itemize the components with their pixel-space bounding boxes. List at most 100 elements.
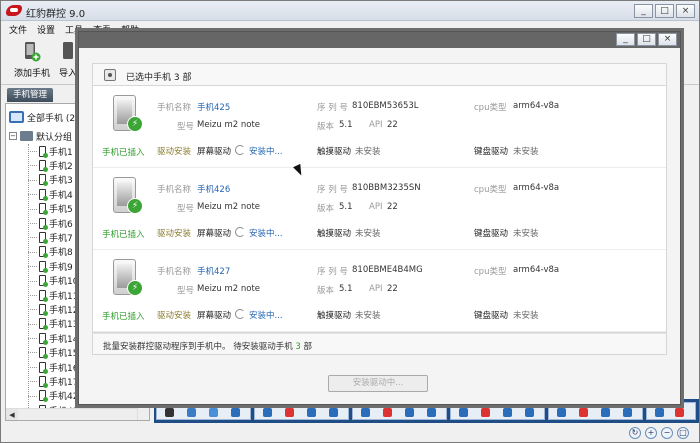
fit-icon[interactable]: □: [677, 427, 689, 439]
device-status: 手机已插入: [102, 148, 145, 158]
phone-name-label: 手机名称: [157, 267, 192, 277]
version-value: 5.1: [339, 120, 353, 130]
tree-item-label: 手机6: [49, 219, 73, 230]
keyboard-driver-label: 键盘驱动: [474, 311, 509, 321]
tree-item-label: 手机5: [49, 205, 73, 216]
version-label: 版本: [317, 122, 335, 132]
keyboard-driver-status: 未安装: [513, 229, 539, 239]
device-card: ⚡ 手机已插入 手机名称 手机426 型号 Meizu m2 note 序 列 号 810BB…: [93, 168, 666, 250]
app-icon: [675, 408, 684, 417]
keyboard-driver-label: 键盘驱动: [474, 147, 509, 157]
phone-icon: [39, 246, 48, 259]
app-icon: [361, 408, 370, 417]
window-controls: _ □ ×: [634, 4, 695, 18]
app-icon: [209, 408, 218, 417]
spinner-icon: [235, 145, 245, 155]
phone-icon: [39, 203, 48, 216]
tree-item-label: 手机2: [49, 162, 73, 173]
phone-plugged-icon: ⚡: [113, 177, 143, 217]
phone-name-value[interactable]: 手机427: [197, 265, 230, 277]
app-icon: [405, 408, 414, 417]
app-icon: [307, 408, 316, 417]
zoom-out-icon[interactable]: −: [661, 427, 673, 439]
minimize-button[interactable]: _: [634, 4, 653, 18]
tree-item-label: 手机15: [49, 349, 79, 360]
title-bar: 红豹群控 9.0 _ □ ×: [1, 1, 699, 21]
phone-name-label: 手机名称: [157, 103, 192, 113]
cpu-value: arm64-v8a: [513, 183, 560, 193]
tab-phone-management[interactable]: 手机管理: [7, 88, 53, 102]
dialog-minimize-button[interactable]: _: [616, 33, 635, 46]
maximize-button[interactable]: □: [655, 4, 674, 18]
menu-file[interactable]: 文件: [9, 22, 33, 37]
phone-icon: [39, 289, 48, 302]
app-icon: [525, 408, 534, 417]
app-icon: [329, 408, 338, 417]
keyboard-driver-status: 未安装: [513, 311, 539, 321]
phone-name-label: 手机名称: [157, 185, 192, 195]
tree-root[interactable]: 全部手机 (26: [9, 110, 81, 124]
serial-value: 810BBM3235SN: [352, 183, 421, 193]
close-button[interactable]: ×: [676, 4, 695, 18]
model-label: 型号: [177, 286, 195, 296]
keyboard-driver-label: 键盘驱动: [474, 229, 509, 239]
driver-install-label: 驱动安装: [157, 229, 192, 239]
model-label: 型号: [177, 122, 195, 132]
tree-item-label: 手机7: [49, 234, 73, 245]
scroll-left-icon[interactable]: ◀: [6, 409, 18, 420]
tree-group-default[interactable]: − 默认分组 (: [9, 129, 78, 143]
touch-driver-status: 未安装: [355, 147, 381, 157]
window-title: 红豹群控 9.0: [26, 9, 86, 20]
version-label: 版本: [317, 204, 335, 214]
tree-item-label: 手机42: [49, 392, 79, 403]
install-driver-dialog: _ □ × 已选中手机 3 部 ⚡ 手机已插入 手机名称 手机425 型号 Meizu m…: [78, 31, 681, 405]
serial-label: 序 列 号: [317, 267, 348, 277]
phone-icon: [39, 332, 48, 345]
app-icon: [427, 408, 436, 417]
tree-item-label: 手机3: [49, 176, 73, 187]
device-card: ⚡ 手机已插入 手机名称 手机425 型号 Meizu m2 note 序 列 号 810EB…: [93, 86, 666, 168]
selection-count: 已选中手机 3 部: [126, 73, 192, 83]
phone-name-value[interactable]: 手机425: [197, 101, 230, 113]
phone-plugged-icon: ⚡: [113, 95, 143, 135]
version-label: 版本: [317, 286, 335, 296]
dialog-title-bar: _ □ ×: [79, 32, 680, 48]
spinner-icon: [235, 309, 245, 319]
phone-icon: [39, 303, 48, 316]
zoom-in-icon[interactable]: +: [645, 427, 657, 439]
phone-name-value[interactable]: 手机426: [197, 183, 230, 195]
phone-icon: [39, 217, 48, 230]
tree-item-label: 手机4: [49, 190, 73, 201]
tree-horizontal-scrollbar[interactable]: ◀: [6, 408, 137, 420]
import-icon: [63, 42, 73, 59]
refresh-icon[interactable]: ↻: [629, 427, 641, 439]
app-icon: [579, 408, 588, 417]
keyboard-driver-status: 未安装: [513, 147, 539, 157]
phone-icon: [39, 260, 48, 273]
device-card: ⚡ 手机已插入 手机名称 手机427 型号 Meizu m2 note 序 列 号 810EB…: [93, 250, 666, 332]
driver-install-label: 驱动安装: [157, 311, 192, 321]
footer-prefix: 批量安装群控驱动程序到手机中。 待安装驱动手机: [103, 342, 293, 352]
plug-icon: ⚡: [127, 198, 143, 214]
driver-install-label: 驱动安装: [157, 147, 192, 157]
app-icon: [601, 408, 610, 417]
add-phone-icon: [25, 42, 41, 62]
api-label: API: [369, 120, 383, 130]
app-icon: [623, 408, 632, 417]
install-driver-button[interactable]: 安装驱动中...: [328, 375, 428, 392]
version-value: 5.1: [339, 202, 353, 212]
device-list: ⚡ 手机已插入 手机名称 手机425 型号 Meizu m2 note 序 列 号 810EB…: [92, 85, 667, 333]
phone-plugged-icon: ⚡: [113, 259, 143, 299]
phone-icon: [39, 275, 48, 288]
phone-icon: [39, 188, 48, 201]
app-icon: [459, 408, 468, 417]
add-phone-button[interactable]: 添加手机: [9, 41, 55, 79]
version-value: 5.1: [339, 284, 353, 294]
dialog-close-button[interactable]: ×: [658, 33, 677, 46]
import-button[interactable]: 导入: [57, 41, 79, 79]
dialog-maximize-button[interactable]: □: [637, 33, 656, 46]
menu-settings[interactable]: 设置: [37, 22, 61, 37]
touch-driver-status: 未安装: [355, 311, 381, 321]
collapse-icon[interactable]: −: [9, 132, 17, 140]
touch-driver-label: 触摸驱动: [317, 311, 352, 321]
